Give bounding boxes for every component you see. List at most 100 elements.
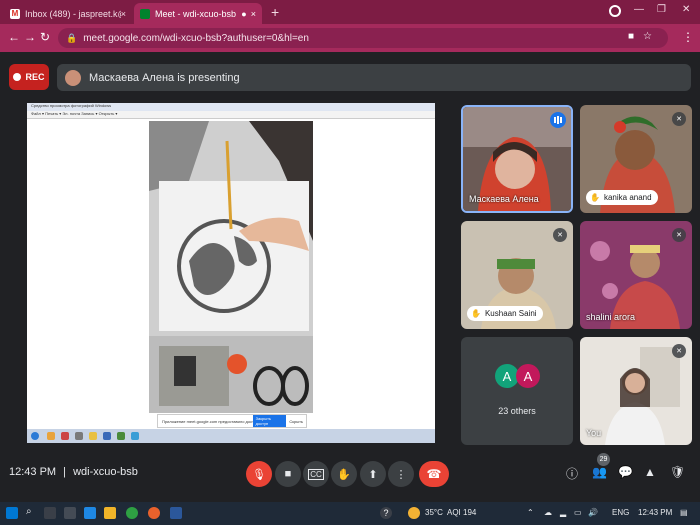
firefox-icon[interactable]	[148, 507, 160, 519]
lock-icon: 🔒	[66, 32, 78, 43]
participant-tile[interactable]: ✕ ✋ Kushaan Saini	[461, 221, 573, 329]
reload-icon[interactable]: ↻	[40, 30, 50, 44]
avatar: A	[516, 364, 540, 388]
app-icon	[117, 432, 125, 440]
participant-name-pill: ✋ kanika anand	[586, 190, 658, 205]
windows-taskbar: ⌕ ? 35°C AQI 194 ⌃ ☁ ▂ ▭ 🔊 ENG 12:43 PM …	[0, 502, 700, 525]
more-vert-icon: ⋮	[395, 468, 407, 481]
close-icon[interactable]: ×	[251, 9, 256, 19]
people-icon[interactable]: 👥	[592, 465, 607, 479]
meeting-info: 12:43 PM | wdi-xcuo-bsb	[9, 466, 138, 478]
tray-chevron-icon[interactable]: ⌃	[527, 508, 534, 517]
close-window-button[interactable]: ✕	[682, 4, 690, 15]
participant-name: You	[586, 428, 602, 438]
raised-hand-icon: ✋	[471, 309, 481, 318]
cloud-icon[interactable]: ☁	[544, 508, 552, 517]
tab-meet-label: Meet - wdi-xcuo-bsb	[155, 8, 237, 19]
captions-button[interactable]: CC	[303, 461, 329, 487]
separator: |	[63, 466, 67, 478]
shared-window-menu: Файл ▾ Печать ▾ Эл. почта Запись ▾ Откры…	[27, 111, 435, 119]
mic-off-icon: ✕	[672, 344, 686, 358]
speaking-indicator-icon	[550, 112, 566, 128]
screen-share-banner: Приложение meet.google.com предоставило …	[157, 414, 307, 428]
participant-name: Маскаева Алена	[469, 194, 539, 204]
end-call-button[interactable]: ☎	[419, 461, 449, 487]
camera-icon: ■	[284, 468, 292, 480]
edge-icon[interactable]	[84, 507, 96, 519]
minimize-button[interactable]: —	[634, 4, 644, 15]
hang-up-icon: ☎	[426, 467, 442, 481]
more-options-button[interactable]: ⋮	[388, 461, 414, 487]
camera-icon[interactable]: ■	[628, 31, 634, 42]
info-icon[interactable]: ⓘ	[566, 465, 578, 482]
meeting-time: 12:43 PM	[9, 466, 57, 478]
widgets-icon[interactable]	[64, 507, 76, 519]
mic-off-icon: ✕	[672, 228, 686, 242]
participant-name-pill: ✋ Kushaan Saini	[467, 306, 543, 321]
taskbar-clock[interactable]: 12:43 PM	[638, 508, 672, 517]
self-tile[interactable]: ✕ You	[580, 337, 692, 445]
activities-icon[interactable]: ▲	[644, 465, 656, 479]
camera-toggle-button[interactable]: ■	[275, 461, 301, 487]
meeting-code: wdi-xcuo-bsb	[73, 466, 138, 478]
stop-sharing-button[interactable]: Закрыть доступ	[252, 415, 287, 427]
raise-hand-icon: ✋	[337, 468, 351, 481]
host-controls-icon[interactable]: 🛡	[670, 465, 685, 479]
participant-tile-presenter[interactable]: Маскаева Алена	[461, 105, 573, 213]
captions-icon: CC	[308, 468, 324, 480]
present-button[interactable]: ⬆	[360, 461, 386, 487]
tab-inbox[interactable]: M Inbox (489) - jaspreet.k@theindi ×	[4, 3, 132, 24]
windows-start-icon[interactable]	[6, 507, 18, 519]
back-arrow-icon[interactable]: ←	[8, 30, 20, 44]
raise-hand-button[interactable]: ✋	[331, 461, 357, 487]
language-indicator[interactable]: ENG	[612, 508, 629, 517]
gmail-icon: M	[10, 8, 20, 19]
participant-tile[interactable]: ✕ ✋ kanika anand	[580, 105, 692, 213]
notification-icon[interactable]: ▤	[680, 508, 688, 517]
menu-dots-icon[interactable]: ⋮	[682, 30, 694, 44]
raised-hand-icon: ✋	[590, 193, 600, 202]
tab-meet[interactable]: Meet - wdi-xcuo-bsb ● ×	[134, 3, 262, 24]
mic-toggle-button[interactable]: 🎙	[246, 461, 272, 487]
participant-count-badge: 29	[597, 453, 610, 466]
close-icon[interactable]: ×	[121, 9, 126, 19]
url-field[interactable]: 🔒 meet.google.com/wdi-xcuo-bsb?authuser=…	[58, 28, 668, 48]
participant-name: shalini arora	[586, 312, 636, 322]
profile-icon[interactable]	[609, 5, 621, 17]
chrome-icon[interactable]	[126, 507, 138, 519]
others-tile[interactable]: A A 23 others	[461, 337, 573, 445]
presenter-avatar	[65, 69, 81, 86]
app-icon	[89, 432, 97, 440]
start-icon	[31, 432, 39, 440]
task-view-icon[interactable]	[44, 507, 56, 519]
new-tab-button[interactable]: +	[271, 4, 279, 20]
volume-icon[interactable]: 🔊	[588, 508, 598, 517]
presenting-banner: Маскаева Алена is presenting	[57, 64, 691, 91]
maximize-button[interactable]: ❐	[657, 4, 666, 15]
help-icon[interactable]: ?	[380, 507, 392, 519]
address-bar-row: ← → ↻ 🔒 meet.google.com/wdi-xcuo-bsb?aut…	[0, 24, 700, 52]
rec-label: REC	[25, 72, 45, 82]
others-count: 23 others	[498, 406, 536, 416]
forward-arrow-icon[interactable]: →	[24, 30, 36, 44]
file-explorer-icon[interactable]	[104, 507, 116, 519]
meet-icon	[140, 8, 150, 19]
chat-icon[interactable]: 💬	[618, 465, 633, 479]
url-text: meet.google.com/wdi-xcuo-bsb?authuser=0&…	[83, 32, 309, 44]
share-banner-text: Приложение meet.google.com предоставило …	[162, 418, 253, 424]
recording-dot-icon: ●	[241, 8, 247, 19]
word-icon[interactable]	[170, 507, 182, 519]
participant-tile[interactable]: ✕ shalini arora	[580, 221, 692, 329]
hide-banner-button[interactable]: Скрыть	[289, 419, 303, 424]
app-icon	[131, 432, 139, 440]
shared-photo	[149, 121, 313, 413]
mic-off-icon: ✕	[672, 112, 686, 126]
bookmark-star-icon[interactable]: ☆	[643, 31, 652, 42]
search-icon[interactable]: ⌕	[26, 506, 32, 517]
recording-indicator: REC	[9, 64, 49, 90]
battery-icon[interactable]: ▭	[574, 508, 582, 517]
network-icon[interactable]: ▂	[560, 508, 566, 517]
shared-window-title: Средство просмотра фотографий Windows	[27, 103, 435, 111]
participant-name: Kushaan Saini	[484, 309, 537, 318]
weather-aqi: AQI 194	[447, 508, 477, 517]
